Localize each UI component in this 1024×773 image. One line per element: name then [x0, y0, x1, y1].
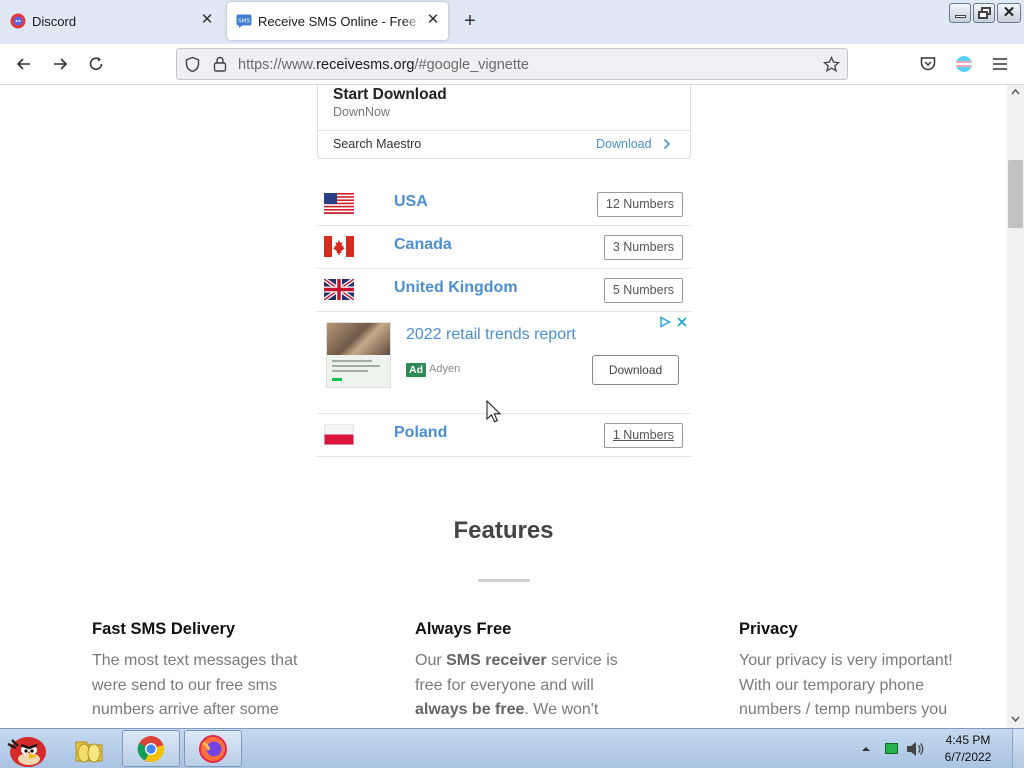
bookmark-star-icon[interactable] [823, 56, 840, 73]
retail-ad[interactable]: 2022 retail trends report Ad Adyen Downl… [317, 313, 691, 414]
chrome-icon [137, 736, 165, 763]
ad-badge: Ad [406, 363, 426, 377]
country-row-usa[interactable]: USA 12 Numbers [317, 183, 691, 226]
volume-icon[interactable] [906, 741, 924, 757]
feature-title: Privacy [739, 620, 798, 638]
tab-discord[interactable]: Discord ✕ [0, 2, 222, 40]
close-tab-icon[interactable]: ✕ [200, 12, 214, 27]
show-hidden-icons-icon[interactable] [861, 745, 871, 753]
address-bar[interactable]: https://www.receivesms.org/#google_vigne… [176, 48, 848, 80]
chevron-right-icon [663, 138, 671, 150]
taskbar-firefox[interactable] [184, 730, 242, 767]
restore-window-icon[interactable] [973, 3, 995, 23]
start-button[interactable] [2, 730, 50, 767]
firefox-icon [199, 735, 227, 763]
clock[interactable]: 4:45 PM 6/7/2022 [930, 732, 1006, 766]
back-icon[interactable] [14, 54, 34, 74]
ad-footer-label: Search Maestro [333, 137, 422, 151]
ad-download-button[interactable]: Download [592, 355, 679, 385]
navigation-toolbar: https://www.receivesms.org/#google_vigne… [0, 44, 1024, 85]
feature-title: Always Free [415, 620, 512, 638]
scrollbar-thumb[interactable] [1008, 160, 1023, 228]
country-name[interactable]: Poland [394, 424, 447, 442]
folder-icon [75, 741, 103, 763]
clock-date: 6/7/2022 [944, 750, 992, 764]
account-avatar-icon[interactable] [954, 54, 974, 74]
canada-flag-icon [324, 236, 354, 257]
vertical-scrollbar[interactable] [1007, 85, 1024, 728]
show-desktop-button[interactable] [1012, 729, 1024, 768]
ad-advertiser[interactable]: Adyen [429, 363, 460, 375]
ad-thumbnail[interactable] [326, 322, 391, 388]
pocket-icon[interactable] [918, 54, 938, 74]
numbers-button[interactable]: 1 Numbers [603, 423, 683, 448]
url-text: https://www.receivesms.org/#google_vigne… [238, 57, 529, 73]
country-row-poland[interactable]: Poland 1 Numbers [317, 414, 691, 457]
country-row-canada[interactable]: Canada 3 Numbers [317, 226, 691, 269]
tab-strip: Discord ✕ SMS Receive SMS Online - Free … [0, 0, 1024, 44]
ad-download-link[interactable]: Download [596, 137, 652, 151]
country-row-united-kingdom[interactable]: United Kingdom 5 Numbers [317, 269, 691, 312]
minimize-window-icon[interactable] [949, 3, 971, 23]
heading-divider [478, 579, 530, 582]
shield-icon[interactable] [184, 56, 201, 73]
reload-icon[interactable] [86, 54, 106, 74]
feature-text: Our SMS receiver service is free for eve… [415, 652, 618, 718]
close-tab-icon[interactable]: ✕ [426, 12, 440, 27]
taskbar-chrome[interactable] [122, 730, 180, 767]
discord-icon [10, 13, 26, 29]
top-ad-banner[interactable]: Start Download DownNow Search Maestro Do… [317, 85, 691, 159]
numbers-button[interactable]: 5 Numbers [603, 278, 683, 303]
feature-title: Fast SMS Delivery [92, 620, 236, 638]
close-window-icon[interactable]: ✕ [997, 3, 1021, 23]
poland-flag-icon [324, 424, 354, 445]
ad-title[interactable]: Start Download [333, 86, 447, 104]
scroll-down-icon[interactable] [1011, 716, 1020, 723]
clock-time: 4:45 PM [945, 733, 991, 747]
numbers-button[interactable]: 3 Numbers [603, 235, 683, 260]
uk-flag-icon [324, 279, 354, 300]
numbers-button[interactable]: 12 Numbers [596, 192, 683, 217]
usa-flag-icon [324, 193, 354, 214]
country-name[interactable]: USA [394, 193, 428, 211]
feature-text: The most text messages that were send to… [92, 652, 298, 718]
tab-title: Discord [32, 13, 77, 29]
country-name[interactable]: Canada [394, 236, 452, 254]
ad-headline[interactable]: 2022 retail trends report [406, 326, 576, 344]
lock-icon[interactable] [212, 55, 228, 73]
tab-receivesms[interactable]: SMS Receive SMS Online - Free Temporary … [227, 2, 448, 40]
mouse-cursor-icon [486, 400, 502, 423]
country-name[interactable]: United Kingdom [394, 279, 518, 297]
angry-bird-icon [7, 737, 46, 767]
features-heading: Features [453, 517, 554, 544]
ad-subtitle: DownNow [333, 105, 390, 119]
forward-icon[interactable] [50, 54, 70, 74]
scroll-up-icon[interactable] [1011, 88, 1020, 95]
menu-icon[interactable] [990, 54, 1010, 74]
taskbar: 4:45 PM 6/7/2022 [0, 728, 1024, 768]
sms-icon: SMS [236, 14, 252, 28]
feature-text: Your privacy is very important! With our… [739, 652, 953, 718]
network-icon[interactable] [885, 743, 898, 754]
tab-title: Receive SMS Online - Free Temporary Phon… [258, 13, 423, 29]
new-tab-icon[interactable]: + [460, 11, 480, 32]
svg-text:SMS: SMS [238, 19, 250, 25]
adchoices-icon[interactable] [659, 316, 671, 328]
page-content: Start Download DownNow Search Maestro Do… [0, 85, 1007, 728]
close-ad-icon[interactable] [676, 316, 688, 328]
taskbar-file-explorer[interactable] [60, 730, 118, 767]
